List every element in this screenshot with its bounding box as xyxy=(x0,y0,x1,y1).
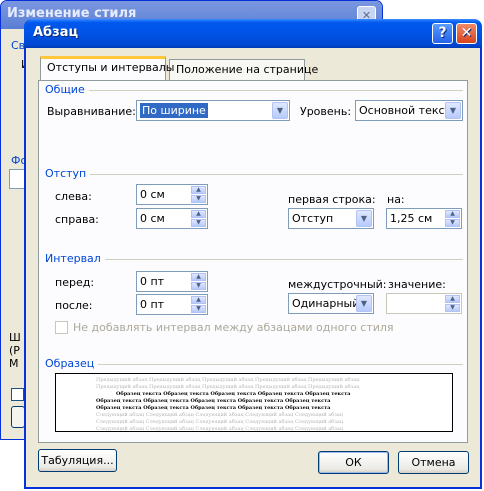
preview-previous-text: Предыдущий абзац Предыдущий абзац Предыд… xyxy=(96,384,360,390)
background-fragment: М xyxy=(9,357,19,370)
spin-down-icon[interactable]: ▼ xyxy=(191,195,206,203)
preview-sample-text: Образец текста Образец текста Образец те… xyxy=(96,405,331,411)
preview-next-text: Следующий абзац Следующий абзац Следующи… xyxy=(96,426,344,432)
close-icon[interactable]: ✕ xyxy=(456,23,477,44)
tabs-button-label: Табуляция... xyxy=(41,454,114,467)
level-value: Основной текст xyxy=(359,104,451,117)
section-preview-title: Образец xyxy=(45,357,99,370)
section-general-title: Общие xyxy=(45,83,89,96)
indent-right-input[interactable]: 0 см ▲ ▼ xyxy=(136,208,208,229)
dialog-title: Абзац xyxy=(33,25,79,40)
indent-by-input[interactable]: 1,25 см ▲ ▼ xyxy=(386,208,462,229)
help-icon[interactable]: ? xyxy=(432,23,453,44)
spinner[interactable]: ▲ ▼ xyxy=(191,296,206,313)
spin-up-icon[interactable]: ▲ xyxy=(191,273,206,281)
first-line-select[interactable]: Отступ ▼ xyxy=(288,208,374,229)
chevron-down-icon[interactable]: ▼ xyxy=(445,102,461,119)
tab-label: Положение на странице xyxy=(176,63,319,76)
background-button xyxy=(11,406,25,428)
spin-up-icon[interactable]: ▲ xyxy=(445,295,460,303)
level-select[interactable]: Основной текст ▼ xyxy=(355,100,463,121)
background-fragment: Ш xyxy=(9,331,21,344)
no-space-checkbox[interactable] xyxy=(55,321,68,334)
background-field xyxy=(9,169,25,189)
background-checkbox xyxy=(11,388,24,401)
spin-up-icon[interactable]: ▲ xyxy=(445,210,460,218)
spin-up-icon[interactable]: ▲ xyxy=(191,296,206,304)
preview-next-text: Следующий абзац Следующий абзац Следующи… xyxy=(96,419,344,425)
indent-left-value: 0 см xyxy=(140,188,165,201)
spinner[interactable]: ▲ ▼ xyxy=(445,210,460,227)
tab-line-page-breaks[interactable]: Положение на странице xyxy=(169,59,318,81)
section-divider xyxy=(45,174,463,175)
ok-button[interactable]: ОК xyxy=(318,451,389,474)
line-spacing-select[interactable]: Одинарный ▼ xyxy=(288,293,374,314)
alignment-value: По ширине xyxy=(140,103,208,118)
cancel-button-label: Отмена xyxy=(411,456,456,469)
alignment-label: Выравнивание: xyxy=(47,105,136,118)
spin-down-icon[interactable]: ▼ xyxy=(191,305,206,313)
space-before-value: 0 пт xyxy=(140,275,165,288)
indent-by-value: 1,25 см xyxy=(390,212,433,225)
no-space-label: Не добавлять интервал между абзацами одн… xyxy=(73,321,394,334)
spinner[interactable]: ▲ ▼ xyxy=(445,295,460,312)
indent-right-label: справа: xyxy=(55,213,99,226)
preview-previous-text: Предыдущий абзац Предыдущий абзац Предыд… xyxy=(96,377,360,383)
spacing-at-label: значение: xyxy=(388,278,446,291)
indent-left-input[interactable]: 0 см ▲ ▼ xyxy=(136,184,208,205)
spinner[interactable]: ▲ ▼ xyxy=(191,210,206,227)
space-before-input[interactable]: 0 пт ▲ ▼ xyxy=(136,271,208,292)
section-divider xyxy=(45,90,463,91)
section-divider xyxy=(45,364,463,365)
alignment-select[interactable]: По ширине ▼ xyxy=(136,100,290,121)
first-line-label: первая строка: xyxy=(288,193,376,206)
indent-by-label: на: xyxy=(387,193,405,206)
preview-next-text: Следующий абзац Следующий абзац Следующи… xyxy=(96,412,344,418)
tab-indents-spacing[interactable]: Отступы и интервалы xyxy=(40,56,175,80)
spinner[interactable]: ▲ ▼ xyxy=(191,273,206,290)
preview-box: Предыдущий абзац Предыдущий абзац Предыд… xyxy=(55,373,453,432)
spin-down-icon[interactable]: ▼ xyxy=(445,219,460,227)
indent-left-label: слева: xyxy=(55,190,92,203)
line-spacing-label: междустрочный: xyxy=(288,278,387,291)
space-after-value: 0 пт xyxy=(140,298,165,311)
space-before-label: перед: xyxy=(55,276,95,289)
spinner[interactable]: ▲ ▼ xyxy=(191,186,206,203)
first-line-value: Отступ xyxy=(292,212,334,225)
spin-down-icon[interactable]: ▼ xyxy=(191,219,206,227)
spin-down-icon[interactable]: ▼ xyxy=(191,282,206,290)
paragraph-dialog: Абзац ? ✕ Отступы и интервалы Положение … xyxy=(24,19,482,489)
tab-label: Отступы и интервалы xyxy=(47,61,175,74)
cancel-button[interactable]: Отмена xyxy=(398,451,469,474)
level-label: Уровень: xyxy=(300,105,352,118)
tabs-button[interactable]: Табуляция... xyxy=(38,449,117,472)
section-indent-title: Отступ xyxy=(45,167,91,180)
section-divider xyxy=(45,259,463,260)
dialog-title-bar: Абзац ? ✕ xyxy=(24,19,482,48)
preview-sample-text: Образец текста Образец текста Образец те… xyxy=(116,391,351,397)
chevron-down-icon[interactable]: ▼ xyxy=(356,295,372,312)
background-fragment: (Р xyxy=(9,344,20,357)
preview-sample-text: Образец текста Образец текста Образец те… xyxy=(96,398,331,404)
spin-up-icon[interactable]: ▲ xyxy=(191,186,206,194)
indent-right-value: 0 см xyxy=(140,212,165,225)
section-spacing-title: Интервал xyxy=(45,252,105,265)
spin-up-icon[interactable]: ▲ xyxy=(191,210,206,218)
chevron-down-icon[interactable]: ▼ xyxy=(356,210,372,227)
tab-panel: Общие Выравнивание: По ширине ▼ Уровень:… xyxy=(38,80,468,443)
space-after-label: после: xyxy=(55,299,93,312)
space-after-input[interactable]: 0 пт ▲ ▼ xyxy=(136,294,208,315)
line-spacing-value: Одинарный xyxy=(292,297,360,310)
spin-down-icon[interactable]: ▼ xyxy=(445,304,460,312)
spacing-at-input[interactable]: ▲ ▼ xyxy=(386,293,462,314)
ok-button-label: ОК xyxy=(345,456,362,469)
chevron-down-icon[interactable]: ▼ xyxy=(272,102,288,119)
